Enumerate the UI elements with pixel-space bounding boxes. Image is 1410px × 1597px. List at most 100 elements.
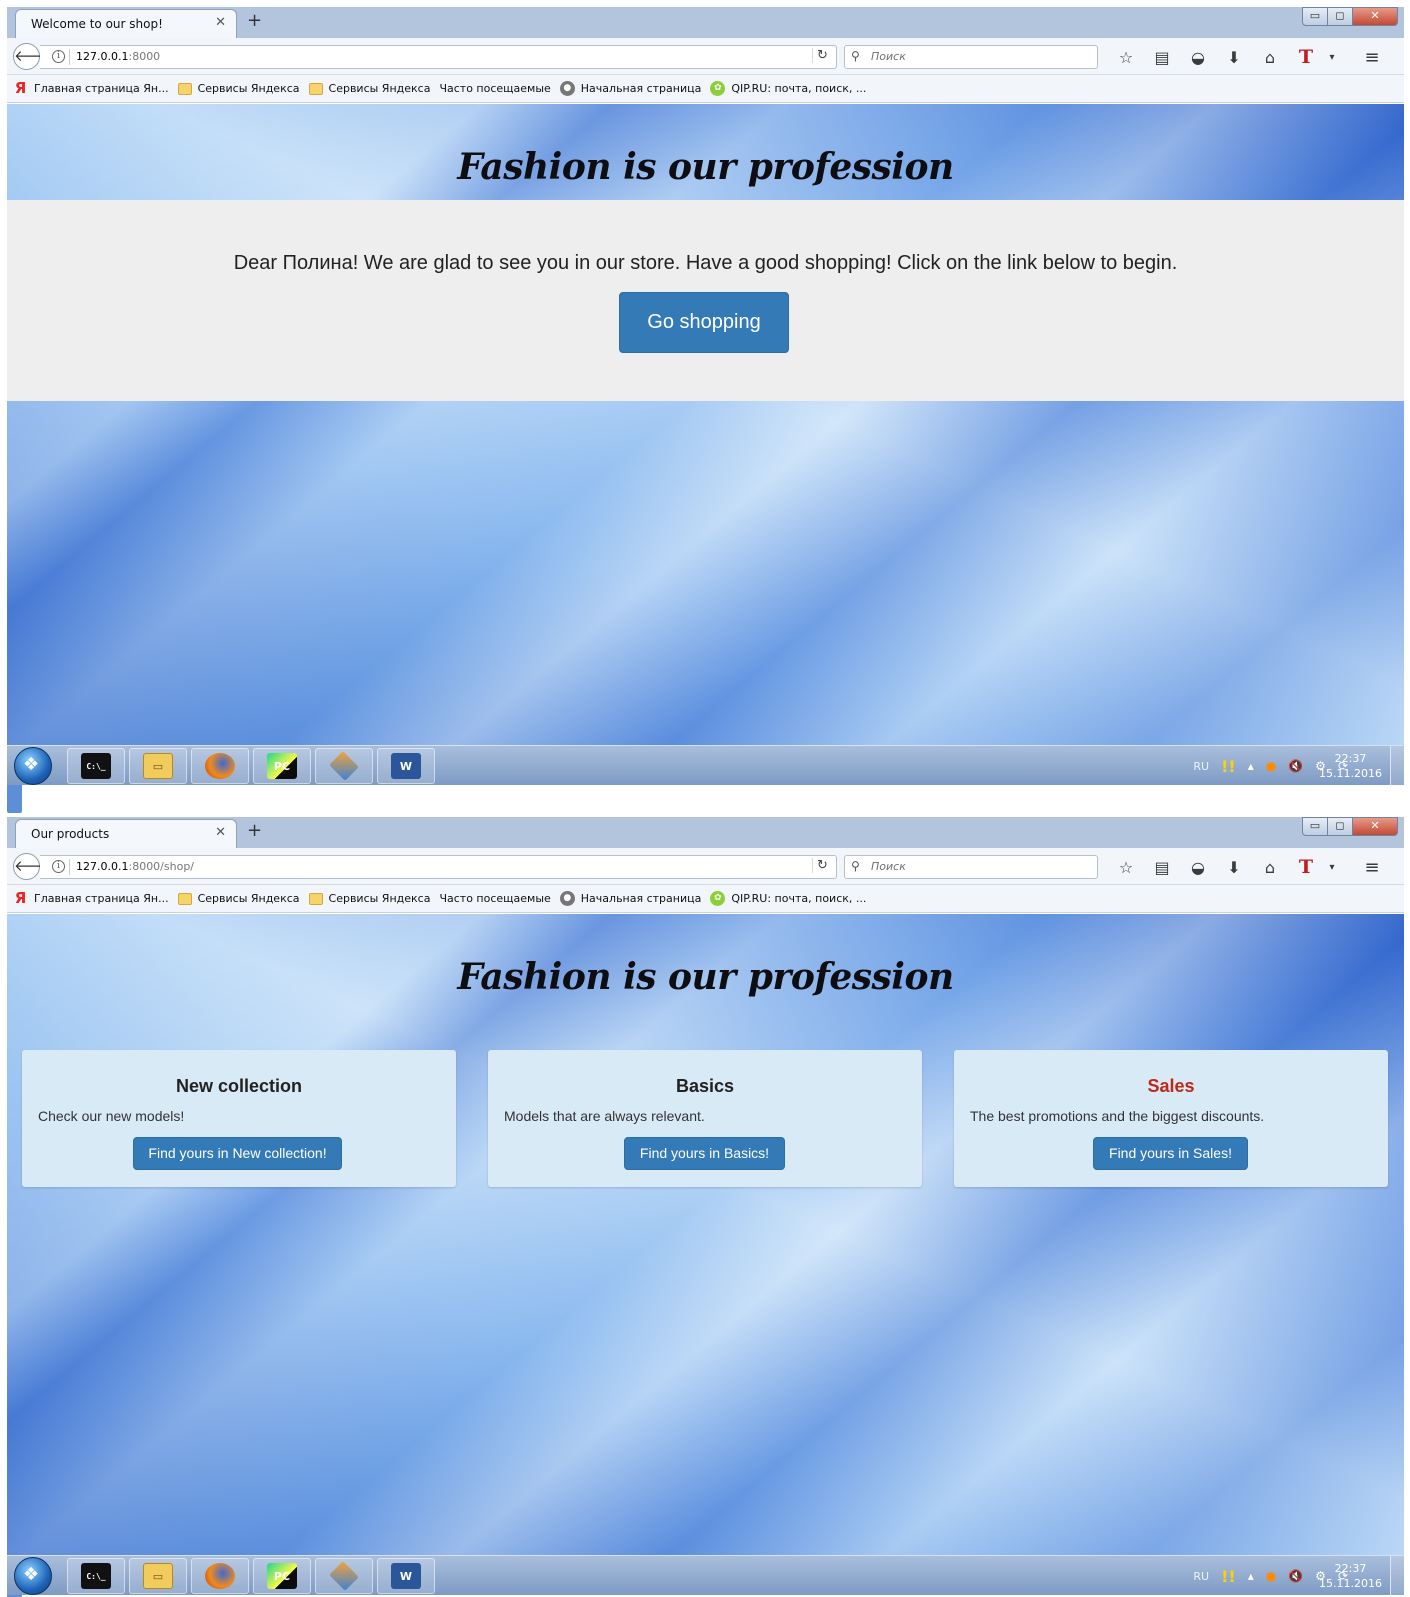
browser-tab[interactable]: Our products ✕ (15, 819, 237, 848)
bookmarks-list-icon[interactable]: ▤ (1144, 858, 1180, 877)
bookmark-start-page[interactable]: ● Начальная страница (559, 81, 701, 96)
bookmark-qip[interactable]: ✿ QIP.RU: почта, поиск, ... (710, 81, 866, 96)
reload-icon[interactable]: ↻ (812, 858, 832, 873)
bookmark-start-page[interactable]: ● Начальная страница (559, 891, 701, 906)
taskbar-firefox[interactable] (191, 1558, 249, 1594)
menu-icon[interactable]: ≡ (1354, 47, 1390, 68)
bookmark-star-icon[interactable]: ☆ (1108, 858, 1144, 877)
close-tab-icon[interactable]: ✕ (215, 15, 226, 30)
tray-app-icon[interactable]: ● (1266, 1569, 1276, 1583)
clock[interactable]: 22:37 15.11.2016 (1319, 1561, 1382, 1591)
bookmark-label: Сервисы Яндекса (197, 892, 300, 905)
bookmark-label: Главная страница Ян... (34, 82, 169, 95)
bookmark-yandex-services-2[interactable]: Сервисы Яндекса (308, 82, 431, 95)
find-basics-button[interactable]: Find yours in Basics! (624, 1137, 785, 1170)
show-desktop-button[interactable] (1390, 1556, 1404, 1596)
new-tab-icon[interactable]: + (247, 820, 262, 841)
home-icon[interactable]: ⌂ (1252, 858, 1288, 877)
bookmark-label: Сервисы Яндекса (197, 82, 300, 95)
maximize-button[interactable]: ◻ (1327, 7, 1353, 26)
back-button[interactable]: 🡐 (13, 853, 54, 880)
address-bar[interactable]: i 127.0.0.1:8000 ↻ (40, 45, 837, 69)
bookmarks-list-icon[interactable]: ▤ (1144, 48, 1180, 67)
pycharm-icon: PC (267, 1563, 297, 1589)
search-placeholder: Поиск (871, 50, 906, 63)
brand-title: Fashion is our profession (457, 956, 954, 998)
bookmark-yandex-services-1[interactable]: Сервисы Яндекса (177, 82, 300, 95)
search-bar[interactable]: ⚲ Поиск (844, 45, 1098, 69)
language-indicator[interactable]: RU (1193, 1570, 1209, 1583)
windows-logo-icon: ❖ (23, 754, 40, 775)
close-tab-icon[interactable]: ✕ (215, 825, 226, 840)
pocket-icon[interactable]: ◒ (1180, 858, 1216, 877)
bookmark-yandex-services-2[interactable]: Сервисы Яндекса (308, 892, 430, 905)
find-sales-button[interactable]: Find yours in Sales! (1093, 1137, 1248, 1170)
taskbar-file-explorer[interactable]: ▭ (129, 748, 187, 784)
address-bar[interactable]: i 127.0.0.1:8000/shop/ ↻ (40, 855, 837, 879)
bookmark-most-visited[interactable]: ↗Часто посещаемые (7, 82, 551, 813)
tray-expand-chevron-icon[interactable]: ▴ (1248, 1569, 1254, 1583)
url-text[interactable]: 127.0.0.1:8000 (76, 50, 160, 63)
url-text[interactable]: 127.0.0.1:8000/shop/ (76, 860, 194, 873)
taskbar-command-prompt[interactable]: C:\_ (67, 1558, 125, 1594)
taskbar-pycharm[interactable]: PC (253, 1558, 311, 1594)
tray-expand-chevron-icon[interactable]: ▴ (1248, 759, 1254, 773)
home-icon[interactable]: ⌂ (1252, 48, 1288, 67)
search-icon: ⚲ (851, 859, 860, 873)
back-button[interactable]: 🡐 (13, 43, 54, 70)
info-icon[interactable]: i (52, 50, 65, 63)
close-window-button[interactable]: ✕ (1352, 7, 1398, 26)
new-tab-icon[interactable]: + (247, 10, 262, 31)
volume-muted-icon[interactable]: 🔇 (1288, 759, 1303, 773)
tray-app-icon[interactable]: ● (1266, 759, 1276, 773)
taskbar-firefox[interactable] (191, 748, 249, 784)
url-separator (69, 859, 70, 875)
find-new-collection-button[interactable]: Find yours in New collection! (133, 1137, 342, 1170)
start-button[interactable]: ❖ (14, 747, 52, 785)
translate-t-icon[interactable]: T (1288, 46, 1324, 68)
screenshot-welcome: Welcome to our shop! ✕ + ▭ ◻ ✕ 🡐 i 127.0… (7, 7, 1404, 813)
bookmark-yandex-home[interactable]: Я Главная страница Ян... (13, 891, 169, 906)
show-desktop-button[interactable] (1390, 746, 1404, 786)
taskbar-command-prompt[interactable]: C:\_ (67, 748, 125, 784)
info-icon[interactable]: i (52, 860, 65, 873)
browser-tab[interactable]: Welcome to our shop! ✕ (15, 9, 237, 38)
menu-icon[interactable]: ≡ (1354, 857, 1390, 878)
language-indicator[interactable]: RU (1193, 760, 1209, 773)
translate-t-icon[interactable]: T (1288, 856, 1324, 878)
maximize-button[interactable]: ◻ (1327, 817, 1353, 836)
word-icon: W (391, 753, 421, 779)
bookmark-label: Часто посещаемые (439, 82, 551, 95)
download-icon[interactable]: ⬇ (1216, 858, 1252, 877)
windows-logo-icon: ❖ (23, 1564, 40, 1585)
taskbar-word[interactable]: W (377, 1558, 435, 1594)
bookmark-qip[interactable]: ✿ QIP.RU: почта, поиск, ... (710, 891, 866, 906)
taskbar-git-gui[interactable] (315, 748, 373, 784)
notification-warning-icon[interactable]: !! (1221, 757, 1236, 776)
taskbar-git-gui[interactable] (315, 1558, 373, 1594)
pocket-icon[interactable]: ◒ (1180, 48, 1216, 67)
start-button[interactable]: ❖ (14, 1557, 52, 1595)
search-bar[interactable]: ⚲ Поиск (844, 855, 1098, 879)
close-window-button[interactable]: ✕ (1352, 817, 1398, 836)
bookmark-most-visited[interactable]: ↗Часто посещаемые (7, 892, 551, 1597)
chevron-down-icon[interactable]: ▾ (1324, 52, 1340, 63)
taskbar-pycharm[interactable]: PC (253, 748, 311, 784)
bookmark-yandex-home[interactable]: Я Главная страница Ян... (13, 81, 169, 96)
chevron-down-icon[interactable]: ▾ (1324, 862, 1340, 873)
url-host: 127.0.0.1 (76, 860, 129, 873)
go-shopping-button[interactable]: Go shopping (619, 292, 789, 353)
bookmark-star-icon[interactable]: ☆ (1108, 48, 1144, 67)
reload-icon[interactable]: ↻ (812, 48, 832, 63)
taskbar-word[interactable]: W (377, 748, 435, 784)
bookmark-label: Сервисы Яндекса (328, 82, 431, 95)
volume-muted-icon[interactable]: 🔇 (1288, 1569, 1303, 1583)
clock[interactable]: 22:37 15.11.2016 (1319, 751, 1382, 781)
bookmark-yandex-services-1[interactable]: Сервисы Яндекса (177, 892, 300, 905)
notification-warning-icon[interactable]: !! (1221, 1567, 1236, 1586)
download-icon[interactable]: ⬇ (1216, 48, 1252, 67)
minimize-button[interactable]: ▭ (1302, 7, 1328, 26)
minimize-button[interactable]: ▭ (1302, 817, 1328, 836)
taskbar-file-explorer[interactable]: ▭ (129, 1558, 187, 1594)
clock-time: 22:37 (1334, 1562, 1367, 1575)
